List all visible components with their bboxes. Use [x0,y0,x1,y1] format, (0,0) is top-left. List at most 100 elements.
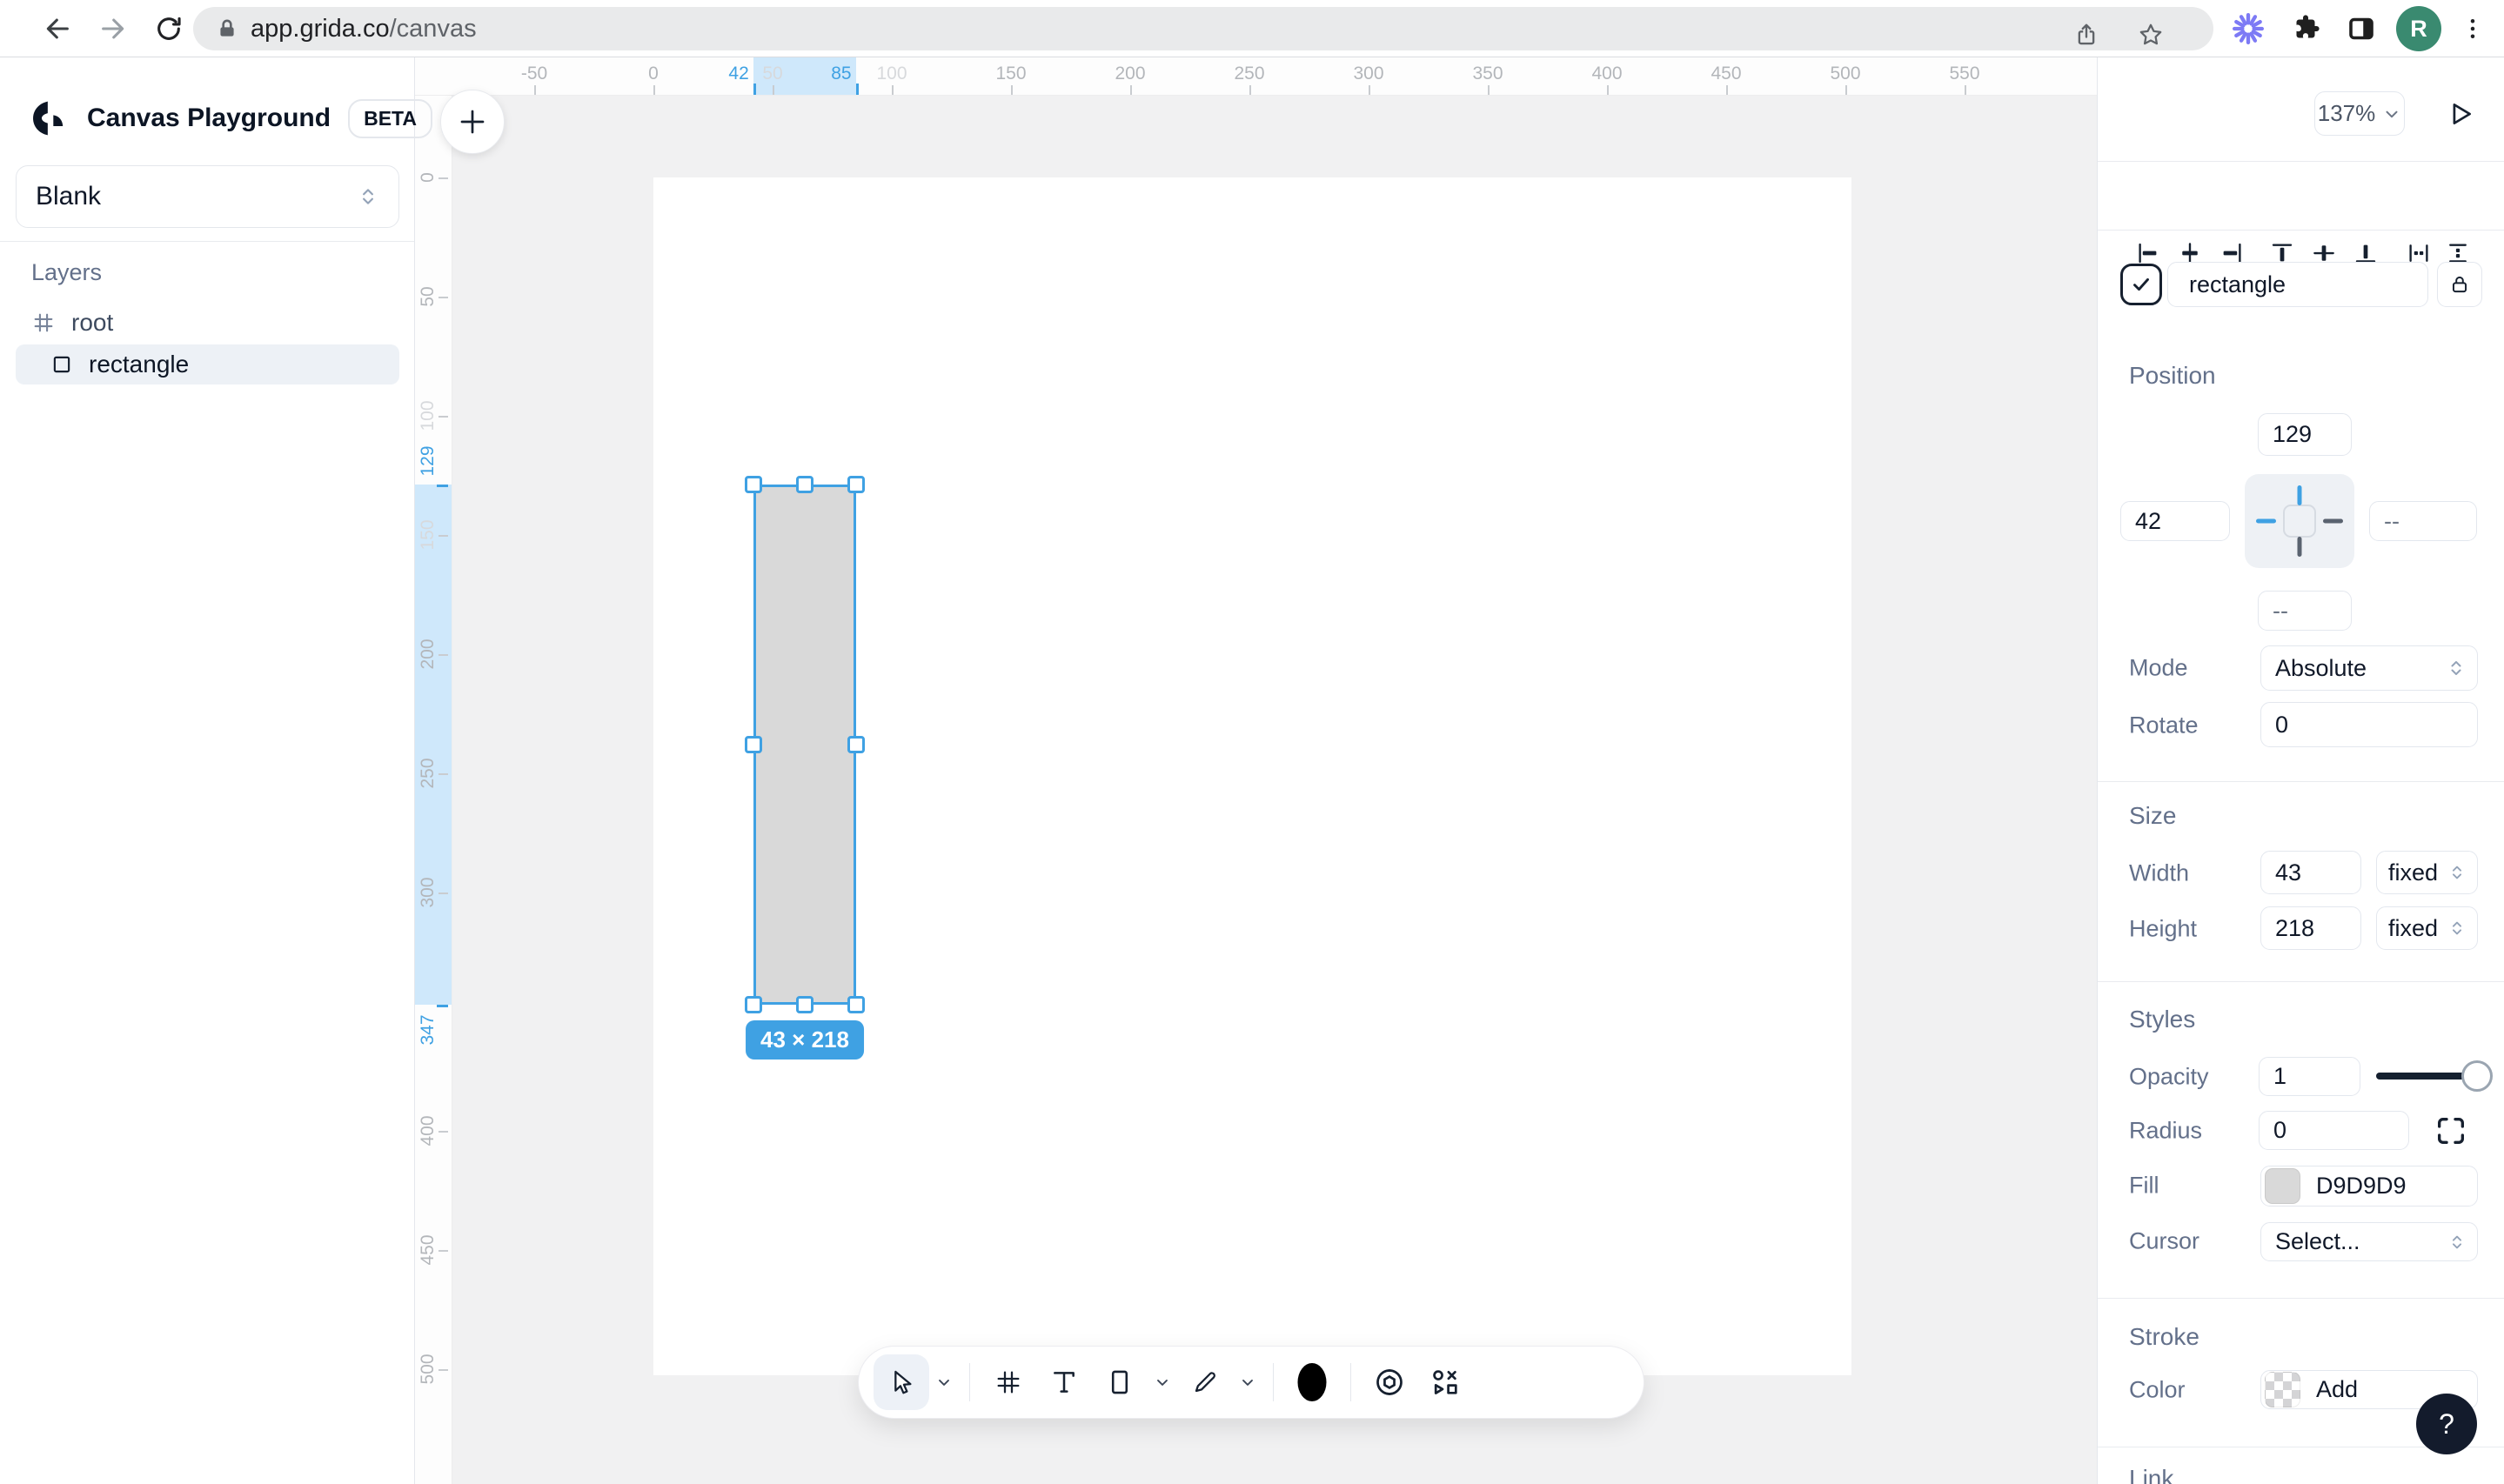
browser-forward-button[interactable] [92,8,134,50]
radius-value: 0 [2273,1117,2286,1144]
chevron-updown-icon [2447,1233,2467,1252]
rotate-input[interactable]: 0 [2260,702,2478,747]
shape-tool-menu[interactable] [1148,1354,1177,1410]
ruler-tick [439,1250,448,1252]
width-input[interactable]: 43 [2260,851,2361,894]
extensions-menu-button[interactable] [2285,8,2327,50]
ruler-tick [1607,85,1609,95]
app-header: Canvas Playground BETA [30,92,432,144]
anchor-bottom-tick[interactable] [2298,537,2302,557]
draw-tool-menu[interactable] [1233,1354,1262,1410]
canvas-stage[interactable]: 43 × 218 -500501001502002503003504004505… [415,57,2097,1484]
node-active-checkbox[interactable] [2120,264,2162,305]
help-button[interactable]: ? [2416,1394,2477,1454]
stroke-color-label: Color [2129,1377,2186,1404]
anchor-left-tick[interactable] [2256,519,2276,524]
selection-handle[interactable] [745,736,762,753]
ai-assistant-button[interactable] [1362,1354,1417,1410]
position-anchor-widget[interactable] [2245,474,2354,568]
share-button[interactable] [2065,14,2107,56]
toolbar-divider [969,1363,970,1401]
left-sidebar: Canvas Playground BETA Blank Layers root… [0,57,415,1484]
position-right-input[interactable]: -- [2369,501,2477,541]
ruler-tick [439,1369,448,1371]
node-name-input[interactable]: rectangle [2167,262,2428,307]
stroke-heading: Stroke [2129,1323,2199,1351]
ruler-tick-label: 400 [418,1115,439,1146]
selected-rectangle-node[interactable] [753,485,856,1004]
ruler-tick [653,85,655,95]
corner-radius-button[interactable] [2434,1113,2468,1148]
rectangle-tool-button[interactable] [1092,1354,1148,1410]
layer-row-rectangle[interactable]: rectangle [16,344,399,384]
align-top-icon [2273,245,2291,262]
ruler-selection-tick [753,84,756,95]
width-value: 43 [2275,859,2301,886]
browser-back-button[interactable] [37,8,78,50]
radius-input[interactable]: 0 [2259,1111,2409,1150]
preview-play-button[interactable] [2444,97,2477,130]
ruler-tick-label: 200 [418,638,439,669]
cursor-select[interactable]: Select... [2260,1222,2478,1261]
mode-select[interactable]: Absolute [2260,645,2478,691]
ruler-tick [892,85,894,95]
extension-button[interactable] [2227,8,2269,50]
inspector-divider [2098,161,2504,162]
align-left-icon [2140,244,2157,262]
ellipse-tool-button[interactable] [1284,1354,1340,1410]
selection-handle[interactable] [745,996,762,1013]
selection-handle[interactable] [796,476,813,493]
bookmark-button[interactable] [2130,14,2172,56]
selection-handle[interactable] [796,996,813,1013]
width-mode-select[interactable]: fixed [2376,851,2478,894]
opacity-slider-thumb[interactable] [2461,1060,2493,1092]
position-bottom-value: -- [2273,598,2288,625]
ruler-selection-label: 42 [728,64,748,84]
selection-handle[interactable] [847,736,865,753]
ruler-tick [1369,85,1370,95]
align-right-icon [2224,244,2240,262]
anchor-right-tick[interactable] [2323,519,2343,524]
playground-games-button[interactable] [1417,1354,1473,1410]
selection-handle[interactable] [847,476,865,493]
layer-row-root[interactable]: root [16,303,399,343]
side-panel-button[interactable] [2340,8,2382,50]
height-input[interactable]: 218 [2260,906,2361,950]
browser-reload-button[interactable] [148,8,190,50]
ruler-selection-tick [856,84,859,95]
browser-menu-button[interactable] [2452,8,2494,50]
cursor-tool-menu[interactable] [929,1354,959,1410]
selection-handle[interactable] [847,996,865,1013]
insert-node-button[interactable] [440,90,505,154]
anchor-top-tick[interactable] [2298,485,2302,505]
pixel-grid-tool-button[interactable] [981,1354,1036,1410]
anchor-center-box[interactable] [2283,505,2316,538]
position-bottom-input[interactable]: -- [2258,591,2352,631]
height-label: Height [2129,916,2197,943]
fill-field[interactable]: D9D9D9 [2260,1166,2478,1207]
selection-handle[interactable] [745,476,762,493]
cursor-tool-button[interactable] [874,1354,929,1410]
ruler-selection-highlight [415,485,452,1004]
position-y-input[interactable]: 129 [2258,413,2352,456]
pencil-tool-button[interactable] [1177,1354,1233,1410]
template-select[interactable]: Blank [16,165,399,228]
lock-node-button[interactable] [2437,262,2482,307]
mode-value: Absolute [2275,655,2367,682]
fill-color-swatch[interactable] [2265,1168,2300,1204]
template-select-value: Blank [36,182,101,211]
ruler-tick-label: 450 [1711,64,1741,84]
position-y-value: 129 [2273,421,2312,448]
zoom-control[interactable]: 137% [2314,91,2405,136]
chevron-down-icon [1239,1374,1256,1391]
chevron-updown-icon [2446,658,2467,678]
reload-icon [154,14,184,43]
address-bar[interactable]: app.grida.co/canvas [193,7,2213,50]
opacity-input[interactable]: 1 [2259,1057,2360,1096]
height-mode-select[interactable]: fixed [2376,906,2478,950]
ruler-tick-label: 250 [418,758,439,788]
text-tool-button[interactable] [1036,1354,1092,1410]
ruler-tick-label: 250 [1234,64,1264,84]
position-x-input[interactable]: 42 [2120,501,2230,541]
profile-avatar[interactable]: R [2396,6,2441,51]
